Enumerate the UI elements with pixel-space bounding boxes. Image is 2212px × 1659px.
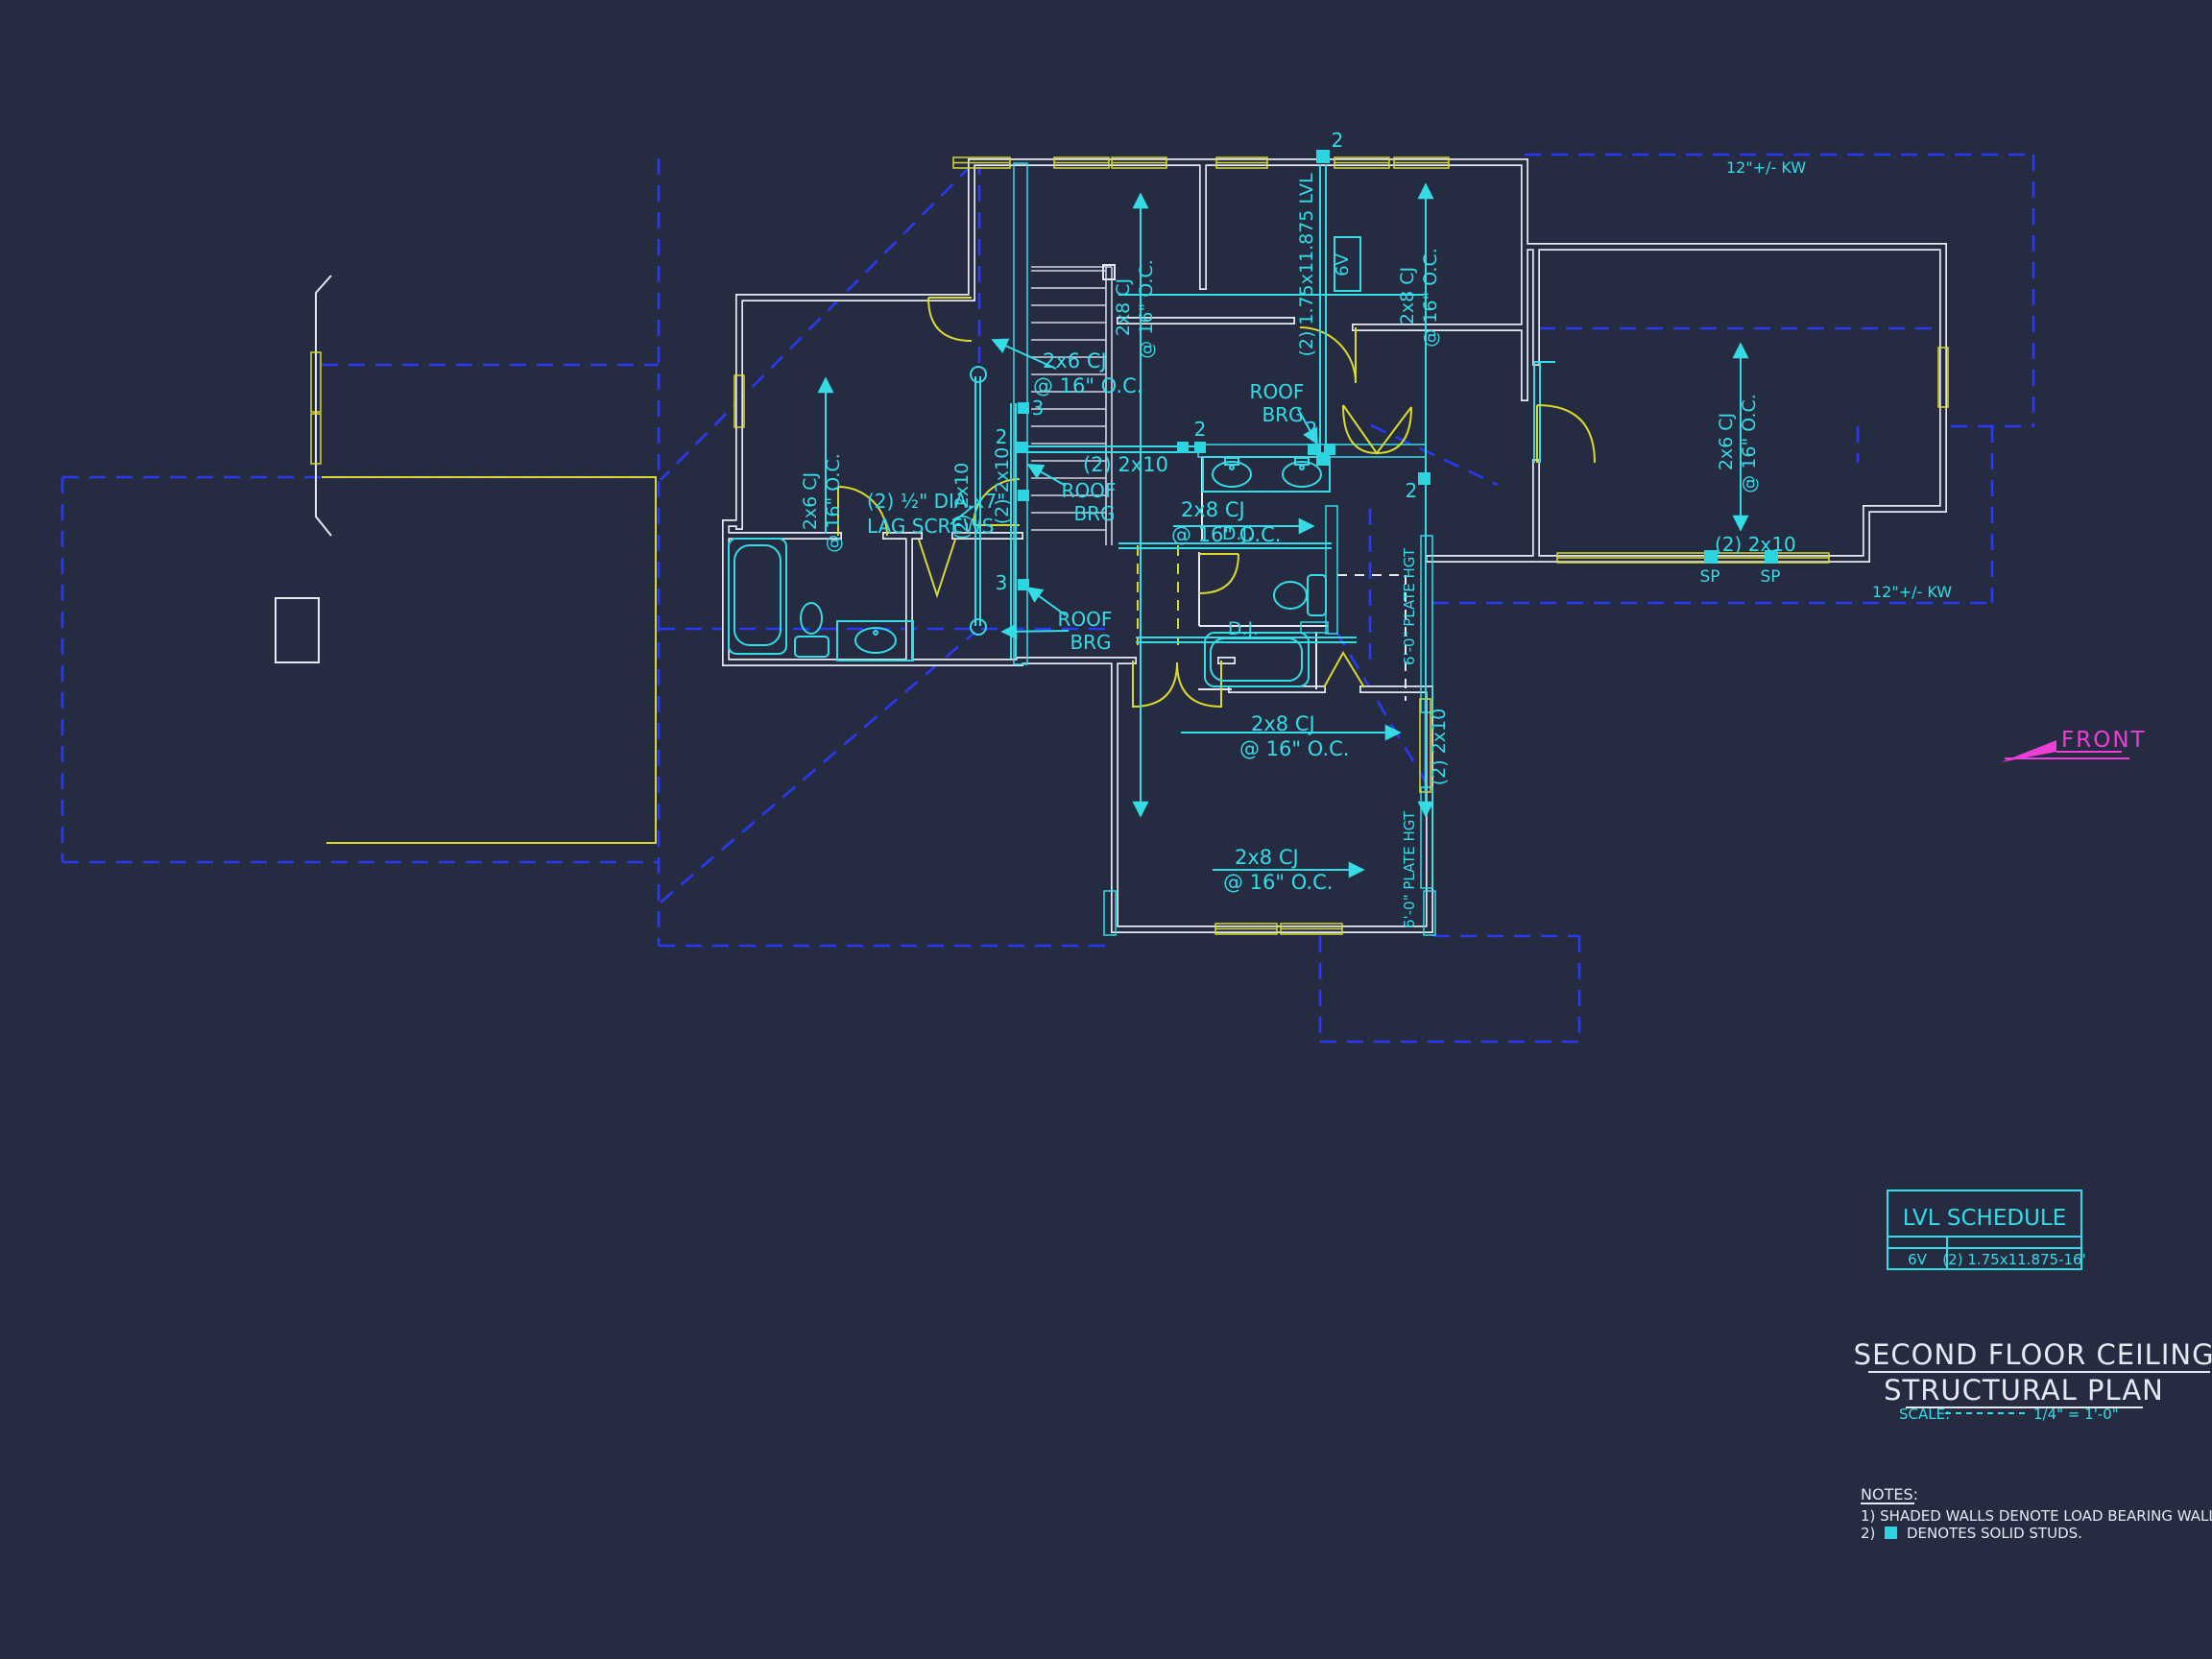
svg-text:2x8 CJ: 2x8 CJ	[1113, 278, 1134, 336]
svg-text:2x6 CJ: 2x6 CJ	[1043, 349, 1107, 373]
stud-count-marker: 2	[1306, 418, 1318, 441]
joist-label-2x6-vertical: 2x6 CJ @ 16" O.C.	[1716, 394, 1760, 493]
schedule-row-tag: 6V	[1908, 1251, 1928, 1268]
note-item: DENOTES SOLID STUDS.	[1907, 1525, 2082, 1542]
svg-text:@ 16" O.C.: @ 16" O.C.	[1033, 374, 1142, 397]
double-joist-label: D.J.	[1228, 618, 1259, 639]
bathtub	[729, 539, 786, 654]
svg-text:BRG: BRG	[1073, 502, 1115, 525]
svg-text:2x8 CJ: 2x8 CJ	[1397, 267, 1418, 325]
svg-text:ROOF: ROOF	[1250, 380, 1305, 403]
joist-label-2x8-vertical: 2x8 CJ @ 16" O.C.	[1113, 259, 1157, 359]
svg-text:(2) 1.75x11.875 LVL: (2) 1.75x11.875 LVL	[1296, 173, 1317, 357]
svg-text:@ 16" O.C.: @ 16" O.C.	[1420, 248, 1441, 348]
svg-text:2x6 CJ: 2x6 CJ	[1716, 413, 1737, 470]
svg-text:2x6 CJ: 2x6 CJ	[800, 472, 821, 530]
svg-text:@ 16" O.C.: @ 16" O.C.	[1739, 394, 1760, 493]
svg-text:@ 16" O.C.: @ 16" O.C.	[1239, 737, 1349, 760]
stud-count-marker: 3	[996, 571, 1008, 594]
svg-text:@ 16" O.C.: @ 16" O.C.	[823, 453, 844, 553]
joist-label-2x8: 2x8 CJ @ 16" O.C.	[1239, 712, 1349, 760]
stud-count-marker: 2	[1406, 479, 1418, 502]
svg-text:@ 16" O.C.: @ 16" O.C.	[1136, 259, 1157, 359]
plate-height-label: 6'-0" PLATE HGT	[1401, 547, 1418, 665]
lvl-beam-label: (2) 1.75x11.875 LVL 6V	[1296, 173, 1360, 357]
stud-count-marker: 2	[1194, 418, 1207, 441]
svg-text:(2) 2x10: (2) 2x10	[1715, 533, 1796, 556]
schedule-row-spec: (2) 1.75x11.875-16'	[1942, 1251, 2085, 1268]
lag-screws-label: (2) ½" DIA.x7" LAG SCREWS	[867, 490, 1005, 538]
solid-stud-squares	[1017, 150, 1778, 590]
svg-text:BRG: BRG	[1070, 631, 1111, 654]
lvl-tag: 6V	[1333, 252, 1353, 276]
note-item: 1) SHADED WALLS DENOTE LOAD BEARING WALL…	[1861, 1507, 2212, 1525]
scale-label: SCALE:	[1899, 1406, 1950, 1423]
joist-label-2x8-vertical: 2x8 CJ @ 16" O.C.	[1397, 248, 1441, 348]
joist-label-2x6-stair: 2x6 CJ @ 16" O.C.	[1033, 349, 1142, 397]
scale-value: 1/4" = 1'-0"	[2033, 1406, 2119, 1423]
svg-text:ROOF: ROOF	[1058, 608, 1113, 631]
lvl-schedule-table: LVL SCHEDULE 6V (2) 1.75x11.875-16'	[1887, 1190, 2086, 1269]
beam-label: (2) 2x10	[1083, 453, 1168, 476]
title-block: SECOND FLOOR CEILING/ STRUCTURAL PLAN SC…	[1854, 1338, 2212, 1423]
roof-brg-label: ROOF BRG	[1062, 479, 1117, 525]
note-item-prefix: 2)	[1861, 1525, 1875, 1542]
roof-brg-label: ROOF BRG	[1250, 380, 1305, 426]
sheet-title-line2: STRUCTURAL PLAN	[1884, 1374, 2164, 1407]
schedule-title: LVL SCHEDULE	[1903, 1206, 2067, 1231]
beam-label-vertical: (2) 2x10	[992, 447, 1013, 524]
kw-label-top: 12"+/- KW	[1726, 158, 1806, 177]
svg-text:2x8 CJ: 2x8 CJ	[1181, 498, 1245, 521]
double-vanity	[1203, 457, 1330, 492]
svg-text:2x8 CJ: 2x8 CJ	[1235, 846, 1299, 869]
solid-stud-legend-icon	[1885, 1527, 1897, 1539]
stud-count-marker: 2	[1332, 129, 1344, 152]
front-label: FRONT	[2061, 728, 2147, 753]
notes-block: NOTES: 1) SHADED WALLS DENOTE LOAD BEARI…	[1861, 1485, 2212, 1542]
window	[311, 157, 1948, 934]
double-joist-label: D.J.	[1222, 523, 1253, 544]
beam-label-vertical: (2) 2x10	[1429, 709, 1450, 785]
svg-text:@ 16" O.C.: @ 16" O.C.	[1223, 871, 1333, 894]
windows-layer	[311, 157, 1948, 934]
stud-count-marker: 3	[1032, 397, 1045, 420]
beam-label-vertical: (2) 2x10	[951, 463, 973, 540]
cad-model-space: 12"+/- KW 12"+/- KW 2 2 2 2 2 3 3 2x6 CJ…	[0, 0, 2212, 1659]
sp-label: SP	[1699, 567, 1719, 587]
stud-count-marker: 2	[996, 425, 1008, 448]
front-direction-marker: FRONT	[2001, 728, 2147, 762]
plate-height-label: 6'-0" PLATE HGT	[1401, 810, 1418, 928]
svg-text:2x8 CJ: 2x8 CJ	[1251, 712, 1315, 735]
sp-label: SP	[1760, 567, 1780, 587]
toilet	[1274, 575, 1326, 615]
kw-label-mid: 12"+/- KW	[1872, 583, 1952, 601]
notes-title: NOTES:	[1861, 1485, 1918, 1503]
floor-plan-drawing: 12"+/- KW 12"+/- KW 2 2 2 2 2 3 3 2x6 CJ…	[0, 0, 2212, 1659]
svg-text:ROOF: ROOF	[1062, 479, 1117, 502]
vanity-sink	[837, 621, 913, 661]
walls-layer	[276, 162, 1943, 929]
sheet-title-line1: SECOND FLOOR CEILING/	[1854, 1338, 2212, 1371]
svg-text:(2) ½" DIA.x7": (2) ½" DIA.x7"	[867, 490, 1005, 513]
svg-text:LAG SCREWS: LAG SCREWS	[867, 515, 994, 538]
svg-text:BRG: BRG	[1262, 403, 1303, 426]
